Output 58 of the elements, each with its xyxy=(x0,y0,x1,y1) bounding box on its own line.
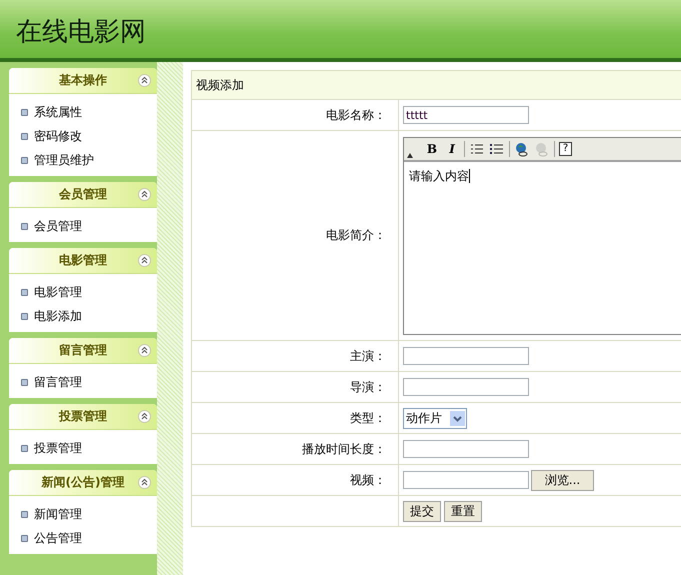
sidebar-link[interactable]: 留言管理 xyxy=(34,374,82,390)
collapse-icon[interactable] xyxy=(138,476,151,489)
sidebar-link[interactable]: 公告管理 xyxy=(34,530,82,546)
sidebar-link[interactable]: 新闻管理 xyxy=(34,506,82,522)
italic-button[interactable]: I xyxy=(444,142,460,156)
input-field[interactable]: ttttt xyxy=(403,106,529,124)
sidebar-link[interactable]: 电影添加 xyxy=(34,308,82,324)
collapse-icon[interactable] xyxy=(138,188,151,201)
bullet-icon xyxy=(21,288,28,296)
bullet-icon xyxy=(21,378,28,386)
sidebar-link[interactable]: 系统属性 xyxy=(34,104,82,120)
type-dropdown[interactable]: 动作片 xyxy=(403,408,467,428)
input-field[interactable] xyxy=(403,440,529,458)
panel-title: 会员管理 xyxy=(59,186,107,203)
field-label: 类型： xyxy=(350,410,386,424)
sidebar-link[interactable]: 管理员维护 xyxy=(34,152,94,168)
bold-button[interactable]: B xyxy=(424,142,440,156)
editor-content[interactable]: 请输入内容 xyxy=(404,162,681,191)
panel-title: 新闻(公告)管理 xyxy=(42,474,124,491)
field-label: 视频： xyxy=(350,472,386,486)
input-field[interactable] xyxy=(403,347,529,365)
site-title: 在线电影网 xyxy=(15,16,147,49)
collapse-icon[interactable] xyxy=(138,344,151,357)
field-label: 主演： xyxy=(350,348,386,362)
collapse-icon[interactable] xyxy=(138,410,151,423)
panel-title: 基本操作 xyxy=(59,72,107,89)
field-label: 电影名称： xyxy=(326,108,386,122)
bullet-list-icon[interactable] xyxy=(489,142,505,156)
collapse-icon[interactable] xyxy=(138,74,151,87)
field-label: 播放时间长度： xyxy=(302,442,386,456)
sidebar-link[interactable]: 密码修改 xyxy=(34,128,82,144)
sidebar-link[interactable]: 电影管理 xyxy=(34,284,82,300)
bullet-icon xyxy=(21,510,28,518)
bullet-icon xyxy=(21,312,28,320)
submit-button[interactable]: 提交 xyxy=(403,500,441,522)
file-path-field[interactable] xyxy=(403,471,529,489)
bullet-icon xyxy=(21,444,28,452)
panel-title: 投票管理 xyxy=(59,408,107,425)
browse-button[interactable]: 浏览... xyxy=(531,470,594,490)
bullet-icon xyxy=(21,534,28,542)
bullet-icon xyxy=(21,156,28,164)
sidebar-link[interactable]: 投票管理 xyxy=(34,440,82,456)
form-title: 视频添加 xyxy=(196,78,244,92)
ordered-list-icon[interactable] xyxy=(469,142,485,156)
collapse-icon[interactable] xyxy=(138,254,151,267)
help-button[interactable]: ? xyxy=(559,142,572,156)
reset-button[interactable]: 重置 xyxy=(444,500,482,522)
bullet-icon xyxy=(21,132,28,140)
collapse-icon[interactable] xyxy=(407,152,413,158)
bullet-icon xyxy=(21,222,28,230)
sidebar-link[interactable]: 会员管理 xyxy=(34,218,82,234)
bullet-icon xyxy=(21,108,28,116)
field-label: 导演： xyxy=(350,380,386,394)
link-icon[interactable] xyxy=(514,142,530,156)
panel-title: 电影管理 xyxy=(59,252,107,269)
field-label: 电影简介： xyxy=(326,228,386,242)
input-field[interactable] xyxy=(403,378,529,396)
panel-title: 留言管理 xyxy=(59,342,107,359)
